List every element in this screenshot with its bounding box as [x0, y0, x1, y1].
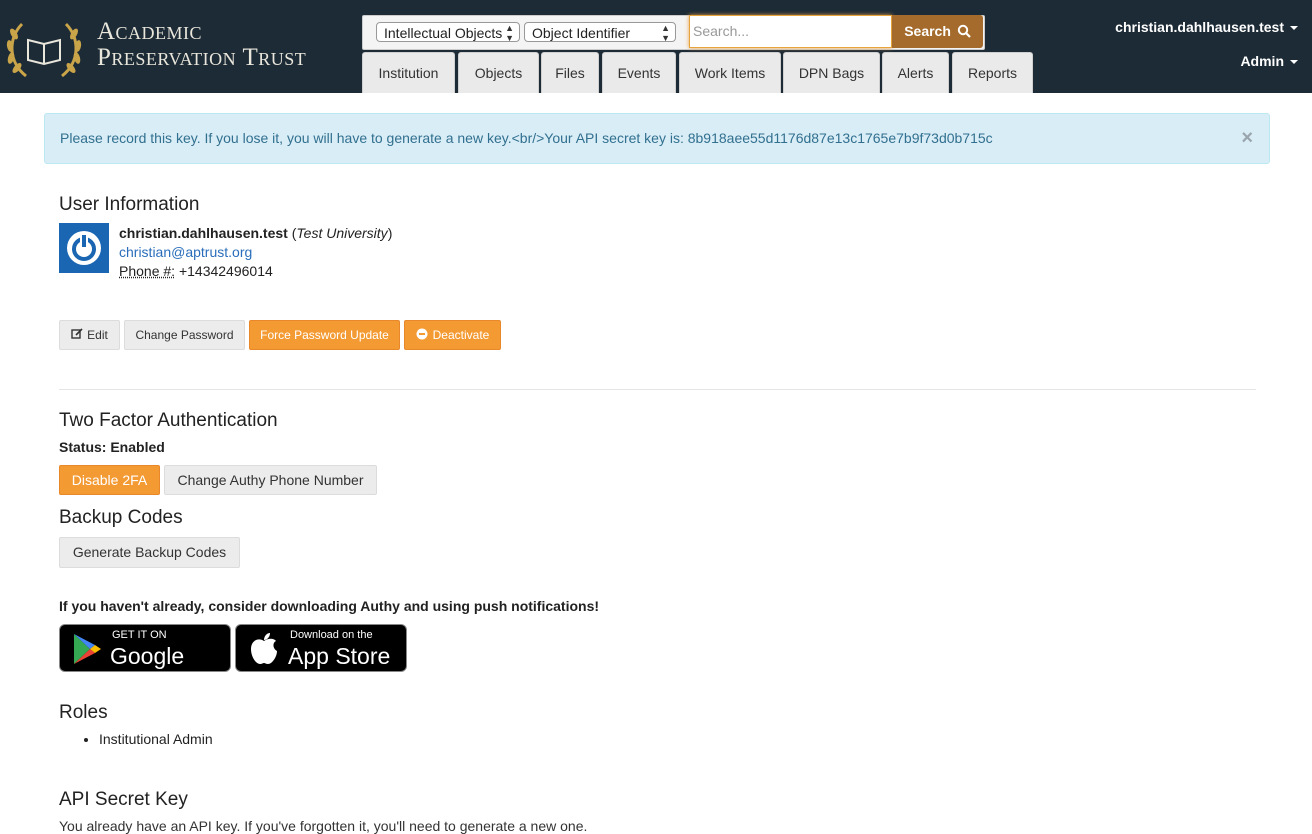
search-button-label: Search: [904, 23, 951, 39]
change-password-button[interactable]: Change Password: [124, 320, 245, 350]
select-arrows-icon: ▲ ▼: [505, 23, 514, 43]
api-key-alert: Please record this key. If you lose it, …: [44, 113, 1270, 164]
google-play-icon: [68, 631, 104, 667]
role-item: Institutional Admin: [99, 731, 213, 747]
brand-line-1: Academic: [97, 18, 202, 46]
institution-name: Test University: [296, 225, 387, 241]
google-play-badge[interactable]: GET IT ON Google Play: [59, 624, 231, 672]
brand-line-2: Preservation Trust: [97, 44, 306, 72]
search-icon: [957, 24, 971, 38]
tab-work-items[interactable]: Work Items: [679, 52, 781, 93]
edit-icon: [71, 328, 83, 340]
laurel-book-icon: [4, 18, 84, 80]
object-type-value: Intellectual Objects: [384, 25, 502, 41]
generate-backup-codes-button[interactable]: Generate Backup Codes: [59, 537, 240, 568]
google-play-big: Google Play: [110, 643, 230, 697]
minus-circle-icon: [416, 328, 428, 340]
search-field-value: Object Identifier: [532, 25, 630, 41]
search-input[interactable]: Search...: [689, 15, 892, 48]
roles-list: Institutional Admin: [59, 731, 213, 747]
object-type-select[interactable]: Intellectual Objects ▲ ▼: [376, 22, 520, 42]
search-placeholder: Search...: [693, 23, 749, 39]
phone-label: Phone #:: [119, 263, 175, 279]
brand-logo[interactable]: Academic Preservation Trust: [0, 8, 340, 83]
search-field-select[interactable]: Object Identifier ▲ ▼: [524, 22, 676, 42]
api-secret-key-heading: API Secret Key: [59, 789, 188, 811]
power-icon: [59, 223, 109, 273]
edit-button[interactable]: Edit: [59, 320, 120, 350]
search-button[interactable]: Search: [892, 15, 983, 48]
tab-alerts[interactable]: Alerts: [882, 52, 949, 93]
tab-dpn-bags[interactable]: DPN Bags: [783, 52, 880, 93]
tab-events[interactable]: Events: [602, 52, 676, 93]
user-dropdown[interactable]: christian.dahlhausen.test: [1115, 18, 1298, 52]
alert-message: Please record this key. If you lose it, …: [60, 130, 993, 146]
google-play-small: GET IT ON: [112, 629, 167, 641]
phone-number: +14342496014: [179, 263, 273, 279]
deactivate-label: Deactivate: [433, 328, 490, 342]
roles-heading: Roles: [59, 702, 108, 724]
tab-files[interactable]: Files: [541, 52, 599, 93]
user-dropdown-label: christian.dahlhausen.test: [1115, 19, 1284, 35]
select-arrows-icon: ▲ ▼: [661, 23, 670, 43]
two-factor-status: Status: Enabled: [59, 439, 165, 455]
apple-icon: [248, 631, 280, 667]
disable-2fa-button[interactable]: Disable 2FA: [59, 465, 160, 495]
app-store-badge[interactable]: Download on the App Store: [235, 624, 407, 672]
close-icon[interactable]: ×: [1241, 114, 1253, 163]
tab-institution[interactable]: Institution: [362, 52, 455, 93]
email-link[interactable]: christian@aptrust.org: [119, 244, 252, 260]
deactivate-button[interactable]: Deactivate: [404, 320, 501, 350]
caret-down-icon: [1290, 60, 1298, 64]
top-navbar: Academic Preservation Trust Intellectual…: [0, 0, 1312, 93]
change-authy-phone-button[interactable]: Change Authy Phone Number: [164, 465, 377, 495]
force-password-update-button[interactable]: Force Password Update: [249, 320, 400, 350]
app-store-small: Download on the: [290, 629, 373, 641]
app-store-big: App Store: [288, 643, 390, 670]
two-factor-heading: Two Factor Authentication: [59, 410, 278, 432]
admin-dropdown-label: Admin: [1240, 53, 1284, 69]
avatar: [59, 223, 109, 273]
username: christian.dahlhausen.test: [119, 225, 288, 241]
caret-down-icon: [1290, 26, 1298, 30]
backup-codes-heading: Backup Codes: [59, 507, 183, 529]
tab-objects[interactable]: Objects: [458, 52, 539, 93]
user-info-heading: User Information: [59, 194, 199, 216]
authy-note: If you haven't already, consider downloa…: [59, 598, 599, 614]
edit-label: Edit: [87, 328, 108, 342]
tab-reports[interactable]: Reports: [952, 52, 1033, 93]
admin-dropdown[interactable]: Admin: [1115, 52, 1298, 86]
user-details: christian.dahlhausen.test (Test Universi…: [119, 224, 392, 281]
section-divider: [59, 389, 1256, 390]
api-key-text: You already have an API key. If you've f…: [59, 818, 587, 834]
user-menus: christian.dahlhausen.test Admin: [1115, 18, 1298, 86]
